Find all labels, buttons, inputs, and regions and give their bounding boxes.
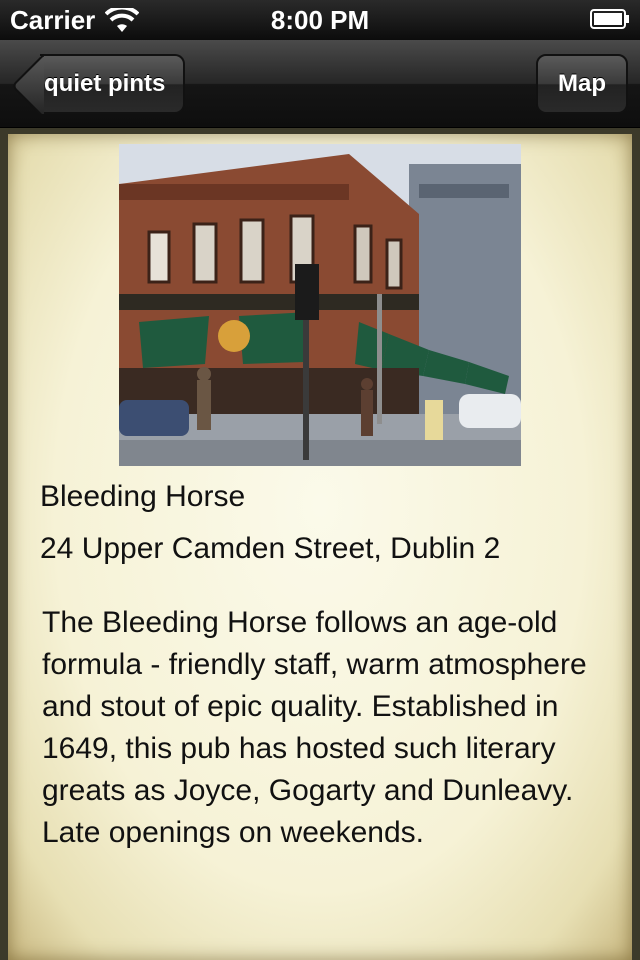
pub-detail-view: Bleeding Horse 24 Upper Camden Street, D… <box>0 128 640 960</box>
pub-photo-illustration <box>119 144 521 466</box>
back-button-label: quiet pints <box>40 54 186 114</box>
pub-description: The Bleeding Horse follows an age-old fo… <box>42 606 587 849</box>
back-arrow-icon <box>12 54 44 114</box>
paper-background: Bleeding Horse 24 Upper Camden Street, D… <box>8 134 632 960</box>
back-button[interactable]: quiet pints <box>12 54 186 114</box>
battery-icon <box>590 9 629 29</box>
pub-name: Bleeding Horse <box>40 480 246 513</box>
pub-address: 24 Upper Camden Street, Dublin 2 <box>40 532 501 565</box>
status-time: 8:00 PM <box>270 5 370 35</box>
navigation-bar: quiet pints Map <box>0 40 640 128</box>
status-bar: Carrier 8:00 PM <box>0 0 640 40</box>
pub-photo <box>119 144 521 466</box>
map-button[interactable]: Map <box>536 54 628 114</box>
